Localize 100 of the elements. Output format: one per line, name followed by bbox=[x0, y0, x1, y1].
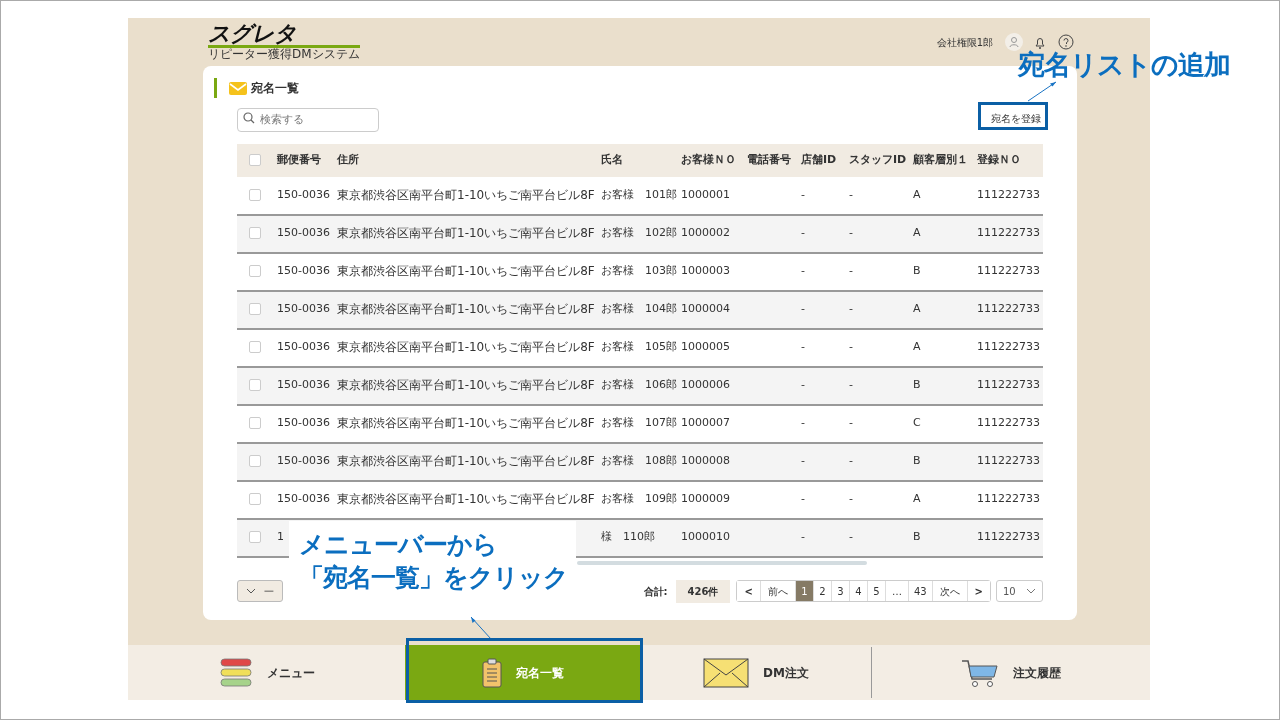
table-cell: 東京都渋谷区南平台町1-10いちご南平台ビル8F bbox=[337, 416, 595, 431]
table-cell: 111222733 bbox=[977, 187, 1040, 201]
table-cell: 1000005 bbox=[681, 340, 730, 354]
nav-item[interactable]: 注文履歴 bbox=[872, 645, 1150, 700]
select-all-checkbox[interactable] bbox=[249, 153, 261, 166]
bulk-action-button[interactable]: 一 bbox=[237, 580, 283, 602]
table-cell: A bbox=[913, 492, 921, 506]
search-field[interactable]: 検索する bbox=[237, 107, 379, 132]
search-icon bbox=[243, 112, 255, 124]
table-cell: B bbox=[913, 530, 921, 544]
envelope-icon bbox=[229, 80, 247, 96]
table-cell: 東京都渋谷区南平台町1-10いちご南平台ビル8F bbox=[337, 302, 595, 317]
table-cell: 150-0036 bbox=[277, 226, 330, 240]
column-header: 店舗ID bbox=[801, 152, 837, 166]
table-cell: 1000003 bbox=[681, 264, 730, 278]
row-checkbox[interactable] bbox=[249, 531, 261, 544]
caret-icon bbox=[246, 588, 256, 594]
table-cell: 1000004 bbox=[681, 302, 730, 316]
row-checkbox[interactable] bbox=[249, 303, 261, 316]
table-cell: 150-0036 bbox=[277, 302, 330, 316]
table-cell: 東京都渋谷区南平台町1-10いちご南平台ビル8F bbox=[337, 187, 595, 202]
cart-icon bbox=[961, 657, 999, 688]
table-cell: 1000008 bbox=[681, 454, 730, 468]
table-cell: 1000001 bbox=[681, 187, 730, 201]
column-header: 電話番号 bbox=[747, 152, 791, 166]
row-checkbox[interactable] bbox=[249, 493, 261, 506]
column-header: 登録ＮＯ bbox=[977, 152, 1021, 166]
column-header: 住所 bbox=[337, 152, 359, 166]
help-icon[interactable] bbox=[1057, 33, 1075, 51]
table-cell: - bbox=[801, 226, 805, 240]
column-header: 顧客層別１ bbox=[913, 152, 968, 166]
table-cell: 150-0036 bbox=[277, 454, 330, 468]
row-checkbox[interactable] bbox=[249, 341, 261, 354]
table-cell: 1000006 bbox=[681, 378, 730, 392]
annotation-title: 宛名リストの追加 bbox=[1018, 48, 1230, 82]
table-cell: 111222733 bbox=[977, 530, 1040, 544]
page-arrow-button[interactable]: < bbox=[737, 581, 761, 601]
user-name: 会社権限1郎 bbox=[936, 35, 993, 50]
table-cell: - bbox=[801, 416, 805, 430]
row-checkbox[interactable] bbox=[249, 227, 261, 240]
table-cell: 様 110郎 bbox=[601, 530, 655, 544]
table-cell: - bbox=[849, 187, 853, 201]
envelope-icon bbox=[703, 657, 750, 688]
table-cell: お客様 102郎 bbox=[601, 226, 677, 240]
row-checkbox[interactable] bbox=[249, 417, 261, 430]
table-cell: お客様 108郎 bbox=[601, 454, 677, 468]
user-icon[interactable] bbox=[1005, 33, 1023, 51]
table-cell: - bbox=[849, 340, 853, 354]
page-size-select[interactable]: 10 bbox=[996, 580, 1043, 602]
table-cell: お客様 105郎 bbox=[601, 340, 677, 354]
table-cell: 東京都渋谷区南平台町1-10いちご南平台ビル8F bbox=[337, 378, 595, 393]
table-cell: お客様 107郎 bbox=[601, 416, 677, 430]
row-checkbox[interactable] bbox=[249, 455, 261, 468]
table-cell: 150-0036 bbox=[277, 187, 330, 201]
nav-item[interactable]: メニュー bbox=[128, 645, 405, 700]
column-header: お客様ＮＯ bbox=[681, 152, 736, 166]
table-cell: - bbox=[801, 530, 805, 544]
callout-text: メニューバーから 「宛名一覧」をクリック bbox=[299, 529, 566, 594]
table-cell: 東京都渋谷区南平台町1-10いちご南平台ビル8F bbox=[337, 264, 595, 279]
page-title: 宛名一覧 bbox=[251, 80, 299, 97]
table-cell: 111222733 bbox=[977, 454, 1040, 468]
table-cell: 150-0036 bbox=[277, 492, 330, 506]
table-cell: - bbox=[849, 454, 853, 468]
table-cell: - bbox=[849, 264, 853, 278]
caret-icon bbox=[1026, 588, 1036, 594]
column-header: スタッフID bbox=[849, 152, 907, 166]
table-cell: 1000007 bbox=[681, 416, 730, 430]
table-cell: 東京都渋谷区南平台町1-10いちご南平台ビル8F bbox=[337, 226, 595, 241]
table-cell: - bbox=[801, 264, 805, 278]
table-cell: 111222733 bbox=[977, 378, 1040, 392]
table-cell: お客様 106郎 bbox=[601, 378, 677, 392]
table-cell: 111222733 bbox=[977, 416, 1040, 430]
row-checkbox[interactable] bbox=[249, 379, 261, 392]
table-cell: - bbox=[801, 302, 805, 316]
table-cell: 東京都渋谷区南平台町1-10いちご南平台ビル8F bbox=[337, 492, 595, 507]
table-cell: お客様 109郎 bbox=[601, 492, 677, 506]
column-header: 氏名 bbox=[601, 152, 623, 166]
table-cell: 111222733 bbox=[977, 302, 1040, 316]
table-cell: - bbox=[849, 492, 853, 506]
row-checkbox[interactable] bbox=[249, 265, 261, 278]
scrollbar[interactable] bbox=[577, 560, 867, 565]
row-checkbox[interactable] bbox=[249, 188, 261, 201]
table-cell: 1 bbox=[277, 530, 284, 544]
table-cell: 150-0036 bbox=[277, 264, 330, 278]
table-cell: B bbox=[913, 378, 921, 392]
leader-line bbox=[469, 615, 493, 641]
table-cell: 111222733 bbox=[977, 340, 1040, 354]
clipboard-icon bbox=[482, 657, 502, 688]
table-cell: A bbox=[913, 302, 921, 316]
table-cell: - bbox=[849, 302, 853, 316]
table-cell: 150-0036 bbox=[277, 340, 330, 354]
table-cell: C bbox=[913, 416, 921, 430]
nav-item[interactable]: DM注文 bbox=[641, 645, 871, 700]
table-cell: - bbox=[801, 454, 805, 468]
leader-line bbox=[1026, 79, 1058, 103]
table-cell: 150-0036 bbox=[277, 416, 330, 430]
table-cell: お客様 104郎 bbox=[601, 302, 677, 316]
table-cell: A bbox=[913, 340, 921, 354]
logo: スグレタ bbox=[208, 22, 360, 48]
table-cell: - bbox=[801, 340, 805, 354]
